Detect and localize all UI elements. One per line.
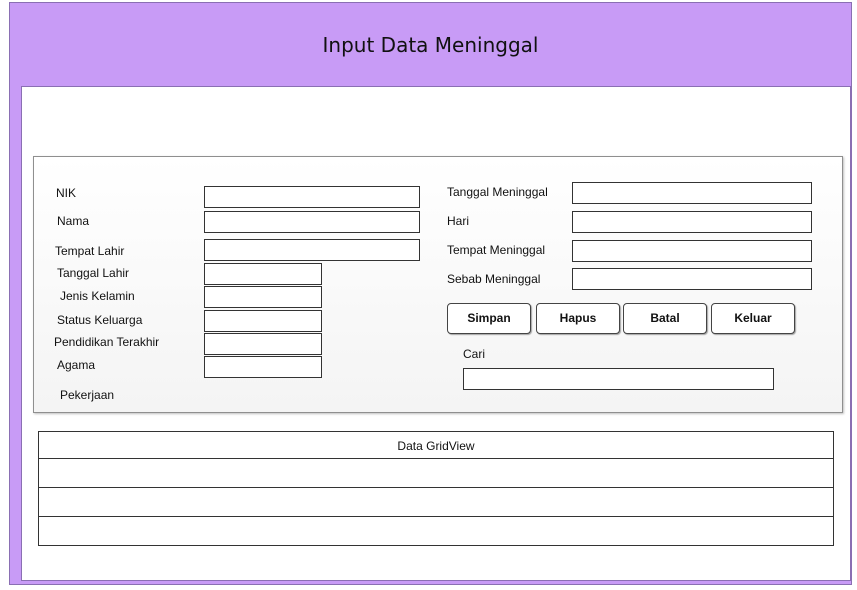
hari-input[interactable] [572,211,812,233]
window-title: Input Data Meninggal [322,33,539,57]
jenis-kelamin-input[interactable] [204,286,322,308]
agama-input[interactable] [204,356,322,378]
tempat-lahir-label: Tempat Lahir [55,244,125,258]
jenis-kelamin-label: Jenis Kelamin [60,289,135,303]
grid-header: Data GridView [38,431,834,460]
status-keluarga-input[interactable] [204,310,322,332]
cari-label: Cari [463,347,486,361]
tanggal-lahir-input[interactable] [204,263,322,285]
tempat-meninggal-label: Tempat Meninggal [447,243,546,257]
pekerjaan-label: Pekerjaan [60,388,115,402]
sebab-meninggal-label: Sebab Meninggal [447,272,541,286]
pendidikan-terakhir-label: Pendidikan Terakhir [54,335,160,349]
tempat-meninggal-input[interactable] [572,240,812,262]
agama-label: Agama [57,358,96,372]
status-keluarga-label: Status Keluarga [57,313,143,327]
nik-input[interactable] [204,186,420,208]
grid-row[interactable] [38,487,834,517]
pendidikan-terakhir-input[interactable] [204,333,322,355]
simpan-button[interactable]: Simpan [447,303,531,334]
tanggal-meninggal-label: Tanggal Meninggal [447,185,548,199]
nama-input[interactable] [204,211,420,233]
keluar-button[interactable]: Keluar [711,303,795,334]
grid-row[interactable] [38,516,834,546]
hapus-button[interactable]: Hapus [536,303,620,334]
nama-label: Nama [57,214,90,228]
grid-row[interactable] [38,458,834,488]
search-input[interactable] [463,368,774,390]
batal-button[interactable]: Batal [623,303,707,334]
tempat-lahir-input[interactable] [204,239,420,261]
hari-label: Hari [447,214,470,228]
tanggal-meninggal-input[interactable] [572,182,812,204]
sebab-meninggal-input[interactable] [572,268,812,290]
tanggal-lahir-label: Tanggal Lahir [57,266,130,280]
nik-label: NIK [56,186,77,200]
